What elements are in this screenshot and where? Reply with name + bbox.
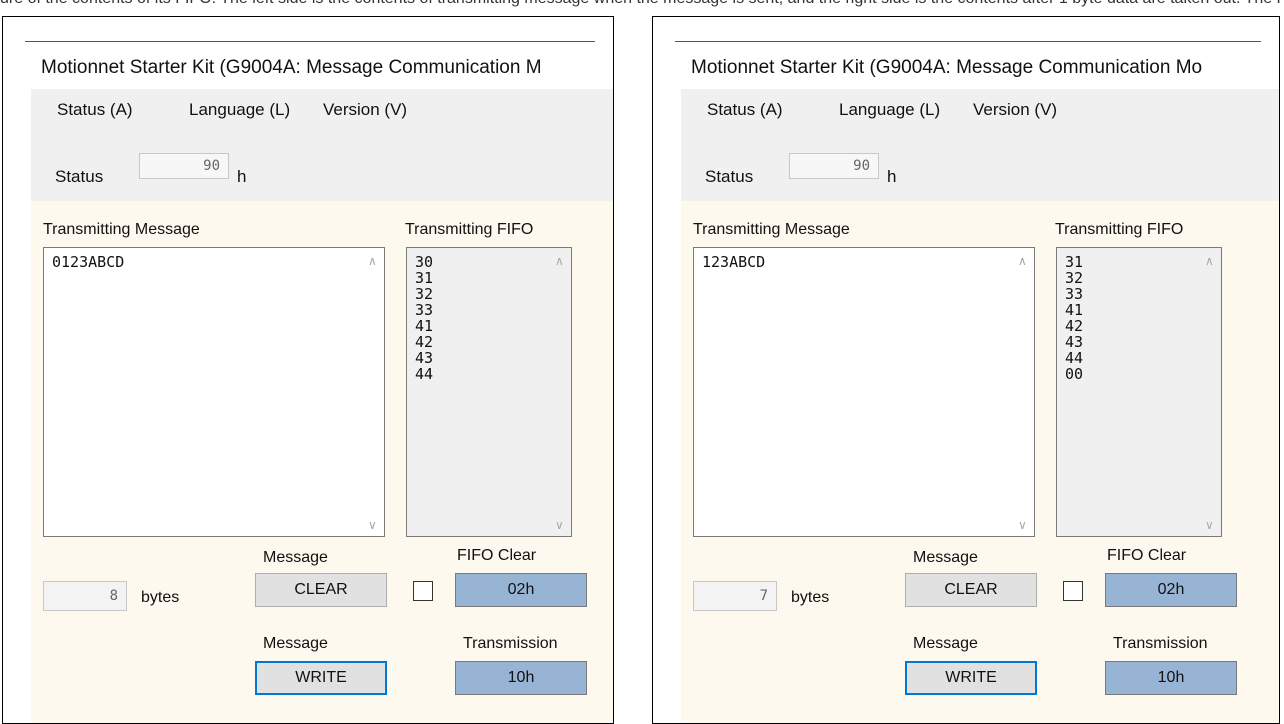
fifo-value: 30 xyxy=(415,253,434,271)
scroll-down-icon[interactable]: ∨ xyxy=(1018,518,1027,532)
message-label: Message xyxy=(913,549,978,566)
cut-off-caption: ure of the contents of its FIFO. The lef… xyxy=(0,0,1284,16)
divider xyxy=(25,41,595,42)
scroll-down-icon[interactable]: ∨ xyxy=(1205,518,1214,532)
fifo-clear-02h-button[interactable]: 02h xyxy=(1105,573,1237,607)
status-value-field: 90 xyxy=(139,153,229,179)
transmitting-fifo-list: 31 32 33 41 42 43 44 00 ∧ ∨ xyxy=(1056,247,1222,537)
transmitting-fifo-list: 30 31 32 33 41 42 43 44 ∧ ∨ xyxy=(406,247,572,537)
transmission-10h-button[interactable]: 10h xyxy=(455,661,587,695)
status-label: Status xyxy=(55,167,104,186)
message-label: Message xyxy=(263,549,328,566)
fifo-value: 31 xyxy=(415,269,434,287)
scroll-up-icon[interactable]: ∧ xyxy=(368,254,377,268)
window-title: Motionnet Starter Kit (G9004A: Message C… xyxy=(41,57,542,78)
scroll-down-icon[interactable]: ∨ xyxy=(368,518,377,532)
content-area: Transmitting Message Transmitting FIFO 0… xyxy=(31,201,613,723)
message-scrollbar[interactable]: ∧ ∨ xyxy=(364,248,384,536)
message-label-2: Message xyxy=(913,635,978,652)
bytes-unit: bytes xyxy=(791,589,830,606)
bytes-unit: bytes xyxy=(141,589,180,606)
fifo-value: 32 xyxy=(1065,269,1084,287)
message-label-2: Message xyxy=(263,635,328,652)
status-value-field: 90 xyxy=(789,153,879,179)
divider xyxy=(675,41,1261,42)
bytes-count-field: 7 xyxy=(693,581,777,611)
menu-version[interactable]: Version (V) xyxy=(323,100,407,120)
fifo-value: 43 xyxy=(1065,333,1084,351)
scroll-up-icon[interactable]: ∧ xyxy=(1018,254,1027,268)
fifo-value: 42 xyxy=(1065,317,1084,335)
fifo-value: 42 xyxy=(415,333,434,351)
fifo-value: 00 xyxy=(1065,365,1084,383)
status-label: Status xyxy=(705,167,754,186)
window-title: Motionnet Starter Kit (G9004A: Message C… xyxy=(691,57,1203,78)
transmitting-message-label: Transmitting Message xyxy=(43,221,200,238)
fifo-clear-label: FIFO Clear xyxy=(1107,547,1187,564)
bytes-count-field: 8 xyxy=(43,581,127,611)
menu-status[interactable]: Status (A) xyxy=(707,100,783,120)
fifo-clear-02h-button[interactable]: 02h xyxy=(455,573,587,607)
write-button[interactable]: WRITE xyxy=(905,661,1037,695)
fifo-value: 44 xyxy=(1065,349,1084,367)
transmitting-fifo-label: Transmitting FIFO xyxy=(405,221,534,238)
clear-button[interactable]: CLEAR xyxy=(255,573,387,607)
fifo-scrollbar[interactable]: ∧ ∨ xyxy=(551,248,571,536)
status-unit: h xyxy=(887,167,897,186)
fifo-value: 33 xyxy=(415,301,434,319)
transmitting-message-label: Transmitting Message xyxy=(693,221,850,238)
transmitting-message-textarea[interactable]: 123ABCD ∧ ∨ xyxy=(693,247,1035,537)
fifo-value: 41 xyxy=(1065,301,1084,319)
clear-button[interactable]: CLEAR xyxy=(905,573,1037,607)
fifo-value: 33 xyxy=(1065,285,1084,303)
menu-bar: Status (A) Language (L) Version (V) xyxy=(31,89,613,132)
status-row: Status 90 h xyxy=(681,131,1279,201)
status-row: Status 90 h xyxy=(31,131,613,201)
fifo-value: 31 xyxy=(1065,253,1084,271)
app-window-right: Motionnet Starter Kit (G9004A: Message C… xyxy=(652,16,1280,724)
menu-bar: Status (A) Language (L) Version (V) xyxy=(681,89,1279,132)
content-area: Transmitting Message Transmitting FIFO 1… xyxy=(681,201,1279,723)
transmitting-fifo-label: Transmitting FIFO xyxy=(1055,221,1184,238)
fifo-value: 32 xyxy=(415,285,434,303)
fifo-values: 30 31 32 33 41 42 43 44 xyxy=(415,254,433,382)
fifo-value: 43 xyxy=(415,349,434,367)
message-scrollbar[interactable]: ∧ ∨ xyxy=(1014,248,1034,536)
fifo-value: 44 xyxy=(415,365,434,383)
menu-version[interactable]: Version (V) xyxy=(973,100,1057,120)
transmission-10h-button[interactable]: 10h xyxy=(1105,661,1237,695)
scroll-up-icon[interactable]: ∧ xyxy=(555,254,564,268)
menu-language[interactable]: Language (L) xyxy=(839,100,940,120)
fifo-values: 31 32 33 41 42 43 44 00 xyxy=(1065,254,1083,382)
fifo-clear-label: FIFO Clear xyxy=(457,547,537,564)
fifo-clear-checkbox[interactable] xyxy=(413,581,433,601)
transmitting-message-text: 0123ABCD xyxy=(52,253,125,271)
transmitting-message-text: 123ABCD xyxy=(702,253,766,271)
menu-language[interactable]: Language (L) xyxy=(189,100,290,120)
app-window-left: Motionnet Starter Kit (G9004A: Message C… xyxy=(2,16,614,724)
scroll-down-icon[interactable]: ∨ xyxy=(555,518,564,532)
write-button[interactable]: WRITE xyxy=(255,661,387,695)
status-unit: h xyxy=(237,167,247,186)
transmission-label: Transmission xyxy=(1113,635,1208,652)
menu-status[interactable]: Status (A) xyxy=(57,100,133,120)
scroll-up-icon[interactable]: ∧ xyxy=(1205,254,1214,268)
fifo-clear-checkbox[interactable] xyxy=(1063,581,1083,601)
fifo-scrollbar[interactable]: ∧ ∨ xyxy=(1201,248,1221,536)
transmitting-message-textarea[interactable]: 0123ABCD ∧ ∨ xyxy=(43,247,385,537)
caption-fragment: ure of the contents of its FIFO. The lef… xyxy=(0,0,1284,8)
transmission-label: Transmission xyxy=(463,635,558,652)
fifo-value: 41 xyxy=(415,317,434,335)
